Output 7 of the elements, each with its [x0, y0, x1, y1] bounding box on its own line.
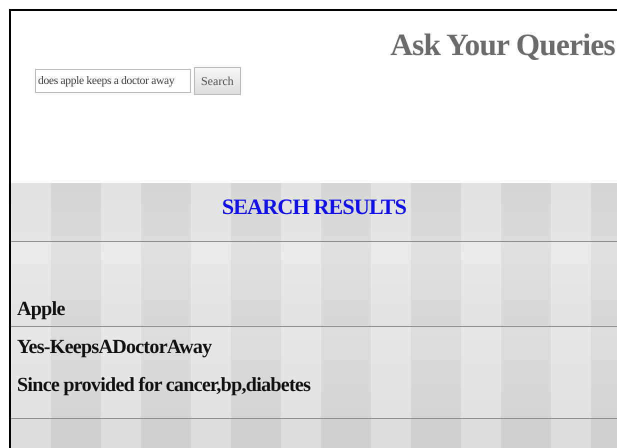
results-heading: SEARCH RESULTS [222, 193, 406, 221]
result-text: Yes-KeepsADoctorAway [17, 335, 212, 360]
result-text: Apple [17, 297, 65, 322]
search-button[interactable]: Search [194, 67, 241, 95]
page-title: Ask Your Queries [390, 26, 615, 64]
search-field[interactable]: does apple keeps a doctor away [35, 69, 191, 93]
result-text: Since provided for cancer,bp,diabetes [17, 373, 310, 398]
